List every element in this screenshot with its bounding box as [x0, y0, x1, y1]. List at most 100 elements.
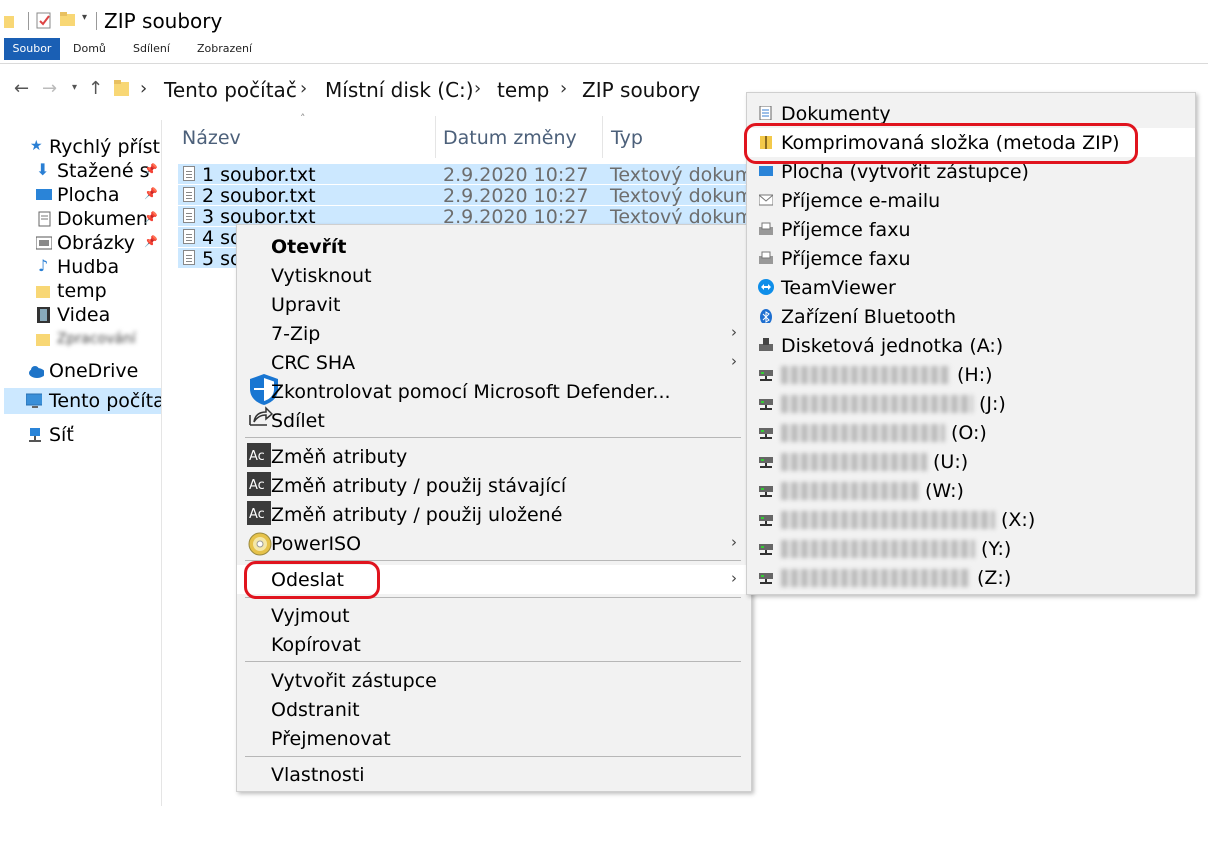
menu-item-change-attributes-current[interactable]: Ac Změň atributy / použij stávající: [237, 471, 751, 500]
sendto-fax-recipient[interactable]: Příjemce faxu: [747, 215, 1195, 244]
pin-icon: 📌: [144, 187, 158, 200]
file-row[interactable]: 3 soubor.txt 2.9.2020 10:27 Textový doku…: [178, 206, 758, 228]
tab-file[interactable]: Soubor: [4, 38, 60, 60]
network-drive-icon: [759, 457, 773, 468]
nav-desktop[interactable]: Plocha 📌: [0, 183, 161, 207]
share-icon: [249, 406, 273, 426]
sendto-network-drive-o[interactable]: (O:): [747, 418, 1195, 447]
nav-documents[interactable]: Dokumen 📌: [0, 207, 161, 231]
highlight-ring-zip: [744, 123, 1138, 164]
network-drive-icon: [759, 515, 773, 526]
sendto-fax-recipient-2[interactable]: Příjemce faxu: [747, 244, 1195, 273]
sendto-network-drive-u[interactable]: (U:): [747, 447, 1195, 476]
network-drive-icon: [759, 399, 773, 410]
chevron-right-icon[interactable]: ›: [300, 78, 307, 99]
file-row[interactable]: 1 soubor.txt 2.9.2020 10:27 Textový doku…: [178, 164, 758, 186]
sendto-network-drive-y[interactable]: (Y:): [747, 534, 1195, 563]
column-separator[interactable]: [435, 116, 436, 158]
new-folder-icon[interactable]: [60, 11, 76, 27]
qa-dropdown-icon[interactable]: ▾: [82, 12, 87, 23]
menu-item-poweriso[interactable]: PowerISO ›: [237, 529, 751, 558]
nav-network[interactable]: Síť: [0, 423, 161, 447]
back-arrow-icon[interactable]: ←: [14, 78, 29, 99]
folder-icon: [114, 80, 129, 96]
column-header-type[interactable]: Typ: [611, 127, 643, 149]
tab-share[interactable]: Sdílení: [124, 38, 179, 60]
menu-item-7zip[interactable]: 7-Zip ›: [237, 319, 751, 348]
video-icon: [37, 307, 50, 323]
menu-item-delete[interactable]: Odstranit: [237, 695, 751, 724]
sort-ascending-icon: ˄: [300, 112, 306, 125]
menu-item-edit[interactable]: Upravit: [237, 290, 751, 319]
menu-separator: [245, 756, 741, 757]
navigation-pane: ★ Rychlý přístup ⬇ Stažené s 📌 Plocha 📌 …: [0, 120, 162, 806]
menu-item-open[interactable]: Otevřít: [237, 232, 751, 261]
chevron-right-icon[interactable]: ›: [560, 78, 567, 99]
sendto-network-drive-j[interactable]: (J:): [747, 389, 1195, 418]
sendto-network-drive-h[interactable]: (H:): [747, 360, 1195, 389]
file-row[interactable]: 2 soubor.txt 2.9.2020 10:27 Textový doku…: [178, 185, 758, 207]
nav-obscured-folder[interactable]: Zpracování: [0, 327, 161, 351]
text-file-icon: [183, 229, 195, 244]
qa-separator: [28, 12, 29, 30]
folder-icon[interactable]: [4, 14, 14, 28]
music-icon: ♪: [38, 256, 49, 275]
sendto-network-drive-z[interactable]: (Z:): [747, 563, 1195, 592]
column-header-date[interactable]: Datum změny: [443, 127, 577, 149]
tab-home[interactable]: Domů: [64, 38, 115, 60]
breadcrumb-zip-soubory[interactable]: ZIP soubory: [582, 78, 700, 102]
network-icon: [29, 428, 41, 442]
tab-view[interactable]: Zobrazení: [188, 38, 261, 60]
network-drive-icon: [759, 544, 773, 555]
nav-music[interactable]: ♪ Hudba: [0, 255, 161, 279]
up-arrow-icon[interactable]: ↑: [88, 78, 103, 99]
file-row[interactable]: 4 so: [178, 227, 242, 249]
menu-item-properties[interactable]: Vlastnosti: [237, 760, 751, 789]
properties-icon[interactable]: [36, 11, 52, 29]
menu-item-copy[interactable]: Kopírovat: [237, 630, 751, 659]
breadcrumb-local-disk[interactable]: Místní disk (C:): [325, 78, 474, 102]
chevron-right-icon: ›: [731, 352, 737, 370]
menu-item-rename[interactable]: Přejmenovat: [237, 724, 751, 753]
text-file-icon: [183, 208, 195, 223]
nav-downloads[interactable]: ⬇ Stažené s 📌: [0, 159, 161, 183]
chevron-right-icon[interactable]: ›: [474, 78, 481, 99]
menu-item-print[interactable]: Vytisknout: [237, 261, 751, 290]
menu-separator: [245, 437, 741, 438]
sendto-floppy[interactable]: Disketová jednotka (A:): [747, 331, 1195, 360]
sendto-network-drive-w[interactable]: (W:): [747, 476, 1195, 505]
menu-item-share[interactable]: Sdílet: [237, 406, 751, 435]
recent-locations-icon[interactable]: ▾: [72, 82, 77, 93]
sendto-bluetooth[interactable]: Zařízení Bluetooth: [747, 302, 1195, 331]
sendto-teamviewer[interactable]: TeamViewer: [747, 273, 1195, 302]
breadcrumb-temp[interactable]: temp: [497, 78, 549, 102]
menu-item-change-attributes-saved[interactable]: Ac Změň atributy / použij uložené: [237, 500, 751, 529]
column-separator[interactable]: [602, 116, 603, 158]
attributes-icon: Ac: [247, 501, 271, 525]
obscured-label: [781, 424, 945, 442]
sendto-mail-recipient[interactable]: Příjemce e-mailu: [747, 186, 1195, 215]
context-menu: Otevřít Vytisknout Upravit 7-Zip › CRC SH…: [236, 224, 752, 792]
svg-text:Ac: Ac: [249, 478, 265, 493]
menu-separator: [245, 661, 741, 662]
chevron-right-icon[interactable]: ›: [140, 78, 147, 99]
nav-temp[interactable]: temp: [0, 279, 161, 303]
menu-item-create-shortcut[interactable]: Vytvořit zástupce: [237, 666, 751, 695]
forward-arrow-icon[interactable]: →: [42, 78, 57, 99]
documents-icon: [759, 106, 772, 120]
breadcrumb-this-pc[interactable]: Tento počítač: [164, 78, 297, 102]
nav-videos[interactable]: Videa: [0, 303, 161, 327]
nav-onedrive[interactable]: OneDrive: [0, 359, 161, 383]
menu-item-defender[interactable]: Zkontrolovat pomocí Microsoft Defender..…: [237, 374, 751, 406]
nav-this-pc[interactable]: Tento počítač: [4, 388, 161, 414]
menu-item-crc-sha[interactable]: CRC SHA ›: [237, 348, 751, 377]
menu-item-change-attributes[interactable]: Ac Změň atributy: [237, 442, 751, 471]
nav-pictures[interactable]: Obrázky 📌: [0, 231, 161, 255]
menu-item-cut[interactable]: Vyjmout: [237, 601, 751, 630]
svg-text:Ac: Ac: [249, 507, 265, 522]
pin-icon: 📌: [144, 163, 158, 176]
file-row[interactable]: 5 so: [178, 248, 242, 270]
nav-quick-access[interactable]: ★ Rychlý přístup: [0, 135, 161, 159]
sendto-network-drive-x[interactable]: (X:): [747, 505, 1195, 534]
column-header-name[interactable]: Název: [182, 127, 241, 149]
